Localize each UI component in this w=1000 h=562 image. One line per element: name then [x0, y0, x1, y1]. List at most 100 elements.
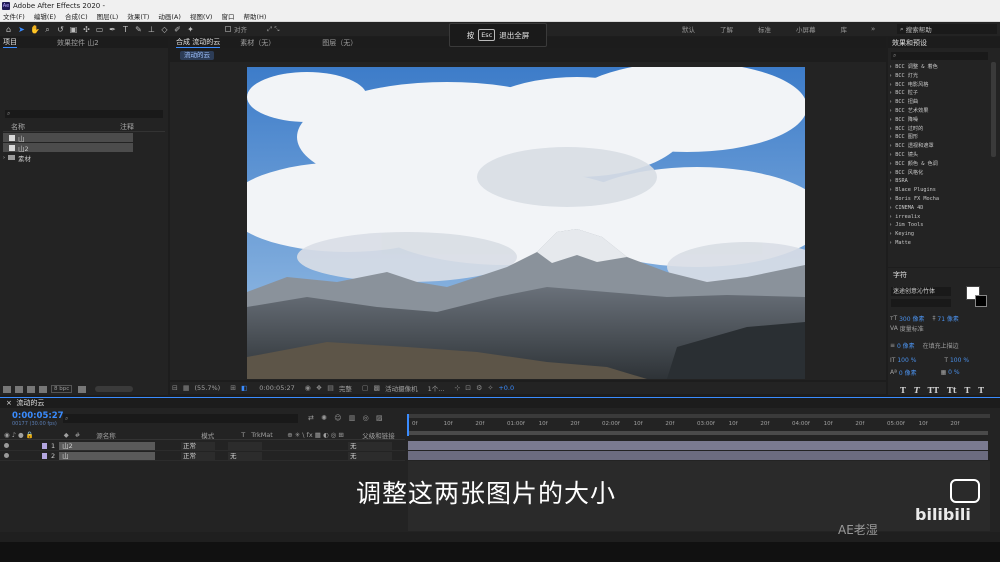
- chevron-right-icon[interactable]: ›: [3, 155, 5, 161]
- clone-stamp-tool-icon[interactable]: ⊥: [147, 25, 156, 34]
- menu-composition[interactable]: 合成(C): [65, 11, 88, 21]
- menu-effect[interactable]: 效果(T): [127, 11, 149, 21]
- effects-category[interactable]: › BCC 镜头: [889, 151, 989, 160]
- label-color-swatch[interactable]: [42, 452, 47, 459]
- effects-category[interactable]: › Boris FX Mocha: [889, 195, 989, 204]
- parent-select[interactable]: 无: [348, 451, 392, 460]
- vertical-scale-value[interactable]: 100 %: [897, 357, 916, 364]
- horizontal-scale-value[interactable]: 100 %: [950, 357, 969, 364]
- tab-composition[interactable]: 合成 流动的云: [176, 37, 221, 48]
- visibility-eye-icon[interactable]: [4, 453, 9, 458]
- home-icon[interactable]: ⌂: [4, 25, 13, 34]
- settings-icon[interactable]: [39, 385, 47, 393]
- color-channel-icon[interactable]: ❖: [316, 384, 322, 392]
- menu-view[interactable]: 视图(V): [190, 11, 213, 21]
- zoom-tool-icon[interactable]: ⌕: [43, 25, 52, 34]
- effects-category[interactable]: › irrealix: [889, 213, 989, 222]
- effects-category[interactable]: › Matte: [889, 239, 989, 248]
- superscript-button[interactable]: T: [964, 385, 970, 395]
- effects-category[interactable]: › BSRA: [889, 177, 989, 186]
- effects-search-input[interactable]: ⌕: [891, 52, 988, 60]
- project-search-input[interactable]: ⌕: [5, 110, 163, 118]
- small-caps-button[interactable]: Tt: [947, 385, 957, 395]
- graph-editor-icon[interactable]: ▨: [376, 414, 383, 422]
- interpret-footage-icon[interactable]: [3, 385, 11, 393]
- effects-category[interactable]: › BCC 粒子: [889, 89, 989, 98]
- col-trkmat[interactable]: TrkMat: [251, 431, 287, 439]
- col-parent[interactable]: 父级和链接: [362, 430, 395, 440]
- table-row[interactable]: 2 山 正常 无 无: [0, 451, 405, 461]
- rotate-tool-icon[interactable]: ↺: [56, 25, 65, 34]
- flowchart-icon[interactable]: ⊹: [454, 384, 460, 392]
- workspace-libraries[interactable]: 库: [841, 24, 848, 34]
- col-note[interactable]: 注释: [120, 122, 134, 132]
- exposure-value[interactable]: +0.0: [498, 384, 514, 392]
- composition-mini-flowchart-icon[interactable]: ⇄: [308, 414, 314, 422]
- faux-bold-button[interactable]: T: [900, 385, 906, 395]
- workspace-default[interactable]: 默认: [682, 24, 695, 34]
- stroke-mode-select[interactable]: 在填充上描边: [923, 341, 959, 350]
- track-matte-select[interactable]: [228, 441, 262, 450]
- puppet-tool-icon[interactable]: ✦: [186, 25, 195, 34]
- trash-icon[interactable]: [78, 385, 87, 393]
- layer-duration-bar[interactable]: [408, 441, 988, 450]
- effects-category[interactable]: › CINEMA 4D: [889, 204, 989, 213]
- menu-file[interactable]: 文件(F): [3, 11, 25, 21]
- table-row[interactable]: 1 山2 正常 无: [0, 441, 405, 451]
- tab-effect-controls[interactable]: 效果控件 山2: [57, 38, 99, 48]
- region-of-interest-icon[interactable]: ▢: [362, 384, 369, 392]
- effects-category[interactable]: › BCC 风格化: [889, 169, 989, 178]
- tsume-value[interactable]: 0 %: [948, 369, 959, 376]
- menu-window[interactable]: 窗口: [221, 11, 234, 21]
- effects-category[interactable]: › BCC 图形: [889, 133, 989, 142]
- layer-name[interactable]: 山2: [59, 441, 156, 450]
- effects-category[interactable]: › BCC 过时的: [889, 125, 989, 134]
- track-matte-select[interactable]: 无: [228, 451, 262, 460]
- work-area-bar[interactable]: [408, 431, 988, 435]
- effects-category[interactable]: › BCC 扭曲: [889, 98, 989, 107]
- draft-3d-icon[interactable]: ✺: [321, 414, 327, 422]
- stroke-color-swatch[interactable]: [975, 295, 987, 307]
- font-family-select[interactable]: 迷途创意沁竹体: [891, 287, 951, 296]
- view-layout-select[interactable]: 1个...: [428, 383, 445, 393]
- effects-category[interactable]: › BCC 透视和遮罩: [889, 142, 989, 151]
- font-style-select[interactable]: [891, 299, 951, 307]
- workspace-small-screen[interactable]: 小屏幕: [796, 24, 816, 34]
- leading-value[interactable]: 71 像素: [937, 314, 959, 323]
- effects-category[interactable]: › Blace Plugins: [889, 186, 989, 195]
- search-help-field[interactable]: ⌕ 搜索帮助: [897, 24, 997, 34]
- effects-category[interactable]: › Jim Tools: [889, 221, 989, 230]
- baseline-value[interactable]: 0 像素: [899, 368, 917, 377]
- magnification-icon[interactable]: ⊟: [172, 384, 178, 392]
- camera-icon[interactable]: ◉: [305, 384, 311, 392]
- bit-depth-button[interactable]: 8 bpc: [51, 385, 73, 393]
- effects-category[interactable]: › BCC 艺术效果: [889, 107, 989, 116]
- all-caps-button[interactable]: TT: [928, 385, 940, 395]
- parent-select[interactable]: 无: [348, 441, 392, 450]
- menu-layer[interactable]: 图层(L): [97, 11, 119, 21]
- shy-icon[interactable]: ☺: [334, 414, 341, 422]
- workspace-more-icon[interactable]: »: [871, 25, 875, 33]
- align-toggle[interactable]: 对齐: [225, 24, 247, 34]
- brush-tool-icon[interactable]: ✎: [134, 25, 143, 34]
- close-icon[interactable]: ×: [6, 399, 16, 407]
- tab-character[interactable]: 字符: [888, 270, 1000, 281]
- menu-edit[interactable]: 编辑(E): [34, 11, 56, 21]
- effects-scrollbar[interactable]: [991, 62, 996, 157]
- project-item[interactable]: 山2: [3, 143, 133, 153]
- effects-category[interactable]: › BCC 降噪: [889, 116, 989, 125]
- quality-select[interactable]: 完整: [339, 383, 352, 393]
- rectangle-tool-icon[interactable]: ▭: [95, 25, 104, 34]
- stroke-width-value[interactable]: 0 像素: [897, 341, 915, 350]
- effects-category[interactable]: › Keying: [889, 230, 989, 239]
- subscript-button[interactable]: T: [978, 385, 984, 395]
- faux-italic-button[interactable]: T: [914, 385, 920, 395]
- blend-mode-select[interactable]: 正常: [181, 441, 215, 450]
- new-composition-icon[interactable]: [27, 385, 35, 393]
- grid-icon[interactable]: ▦: [183, 384, 190, 392]
- menu-animation[interactable]: 动画(A): [158, 11, 181, 21]
- layer-duration-bar[interactable]: [408, 451, 988, 460]
- new-folder-icon[interactable]: [15, 385, 23, 393]
- eraser-tool-icon[interactable]: ◇: [160, 25, 169, 34]
- pan-behind-tool-icon[interactable]: ✣: [82, 25, 91, 34]
